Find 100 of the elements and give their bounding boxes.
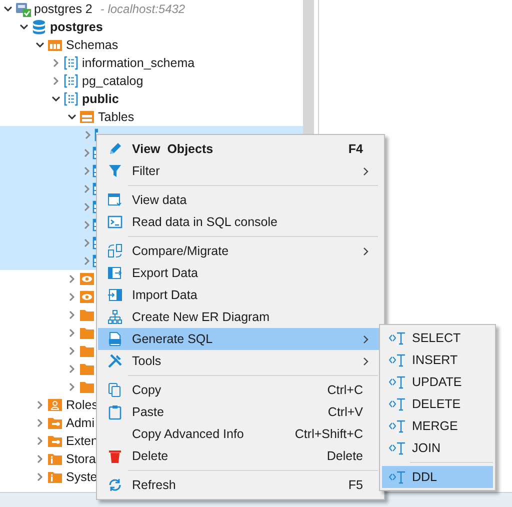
menu-item[interactable]: Tools: [98, 350, 383, 372]
tools-icon: [107, 353, 123, 369]
menu-item-label: View data: [132, 192, 188, 209]
selected-row[interactable]: [0, 252, 96, 270]
menu-item-label: Delete: [132, 448, 170, 465]
menu-item-label: Copy Advanced Info: [132, 426, 245, 443]
folder-icon: [79, 379, 95, 395]
shortcut-label: Delete: [326, 448, 363, 465]
server-icon: [15, 1, 31, 17]
folder-icon: [79, 361, 95, 377]
tree-item-label[interactable]: Stora: [66, 450, 96, 468]
table-folder-icon: [79, 109, 95, 125]
menu-item[interactable]: DDL: [382, 466, 493, 488]
menu-item[interactable]: Read data in SQL console: [98, 211, 383, 233]
shortcut-label: F4: [348, 140, 363, 158]
menu-item[interactable]: SELECT: [382, 327, 493, 349]
tree-item-label[interactable]: public: [82, 90, 119, 108]
trash-icon: [107, 448, 123, 464]
menu-item[interactable]: Refresh F5: [98, 474, 383, 496]
shortcut-label: Ctrl+V: [328, 404, 363, 421]
import-icon: [107, 287, 123, 303]
menu-item[interactable]: Copy Advanced Info Ctrl+Shift+C: [98, 423, 383, 445]
menu-item[interactable]: Filter: [98, 160, 383, 182]
menu-item-label: DELETE: [412, 396, 461, 413]
menu-item-label: Read data in SQL console: [132, 214, 278, 231]
wrench-folder-icon: [47, 415, 63, 431]
refresh-icon: [107, 477, 123, 493]
tree-item-label[interactable]: postgres 2: [34, 0, 92, 18]
menu-item-label: Paste: [132, 404, 165, 421]
folder-icon: [79, 307, 95, 323]
menu-item-label: UPDATE: [412, 374, 462, 391]
menu-item-label: Refresh: [132, 476, 177, 494]
export-icon: [107, 265, 123, 281]
tree-item-label[interactable]: Tables: [98, 108, 134, 126]
menu-item-label: Filter: [132, 162, 161, 180]
menu-item-label: Tools: [132, 352, 162, 370]
tree-item-label[interactable]: information_schema: [82, 54, 195, 72]
info-folder-icon: [47, 469, 63, 485]
template-icon: [388, 331, 406, 345]
menu-item[interactable]: Paste Ctrl+V: [98, 401, 383, 423]
menu-item-label: SELECT: [412, 330, 461, 347]
wrench-folder-icon: [47, 433, 63, 449]
menu-item-label: Export Data: [132, 264, 200, 282]
menu-item[interactable]: Create New ER Diagram: [98, 306, 383, 328]
template-icon: [388, 441, 406, 455]
folder-icon: [79, 343, 95, 359]
menu-item[interactable]: View data: [98, 189, 383, 211]
hierarchy-icon: [107, 309, 123, 325]
clipboard-icon: [107, 404, 123, 420]
menu-item[interactable]: Copy Ctrl+C: [98, 379, 383, 401]
tree-item-label[interactable]: Syste: [66, 468, 98, 486]
schema-icon: [63, 73, 79, 89]
filter-icon: [107, 163, 123, 179]
eye-icon: [79, 289, 95, 305]
template-icon: [388, 353, 406, 367]
menu-item[interactable]: JOIN: [382, 437, 493, 459]
tree-item-label[interactable]: postgres: [50, 18, 103, 36]
info-folder-icon: [47, 451, 63, 467]
template-icon: [388, 375, 406, 389]
menu-item[interactable]: Delete Delete: [98, 445, 383, 467]
sql-file-icon: [107, 331, 123, 347]
menu-item[interactable]: INSERT: [382, 349, 493, 371]
tree-item-label[interactable]: Admi: [66, 414, 94, 432]
shortcut-label: F5: [348, 476, 363, 494]
menu-item[interactable]: Export Data: [98, 262, 383, 284]
compare-icon: [107, 243, 123, 259]
menu-item-label: JOIN: [412, 440, 440, 457]
menu-item-label: Compare/Migrate: [132, 242, 230, 260]
console-icon: [107, 214, 123, 230]
menu-item-label: Import Data: [132, 286, 198, 304]
menu-item-label: MERGE: [412, 418, 458, 435]
menu-item-label: View Objects: [132, 140, 214, 158]
schema-icon: [63, 91, 79, 107]
pencil-icon: [107, 141, 123, 157]
template-icon: [388, 419, 406, 433]
template-icon: [388, 397, 406, 411]
menu-item[interactable]: Compare/Migrate: [98, 240, 383, 262]
eye-icon: [79, 271, 95, 287]
host-label: - localhost:5432: [100, 1, 186, 18]
tree-item-label[interactable]: pg_catalog: [82, 72, 144, 90]
folder-icon: [79, 325, 95, 341]
menu-item[interactable]: DELETE: [382, 393, 493, 415]
shortcut-label: Ctrl+C: [327, 382, 363, 399]
menu-item[interactable]: View Objects F4: [98, 138, 383, 160]
user-folder-icon: [47, 397, 63, 413]
menu-item[interactable]: UPDATE: [382, 371, 493, 393]
database-icon: [31, 19, 47, 35]
table-view-icon: [107, 192, 123, 208]
menu-item-label: Create New ER Diagram: [132, 308, 271, 326]
menu-item-label: Copy: [132, 382, 162, 399]
menu-item[interactable]: MERGE: [382, 415, 493, 437]
menu-item-label: Generate SQL: [132, 330, 214, 348]
copy-icon: [107, 382, 123, 398]
tree-item-label[interactable]: Schemas: [66, 36, 118, 54]
schema-icon: [63, 55, 79, 71]
menu-item[interactable]: Import Data: [98, 284, 383, 306]
shortcut-label: Ctrl+Shift+C: [294, 426, 363, 443]
folder-icon: [47, 37, 63, 53]
menu-item-label: DDL: [412, 468, 438, 486]
template-icon: [388, 470, 406, 484]
